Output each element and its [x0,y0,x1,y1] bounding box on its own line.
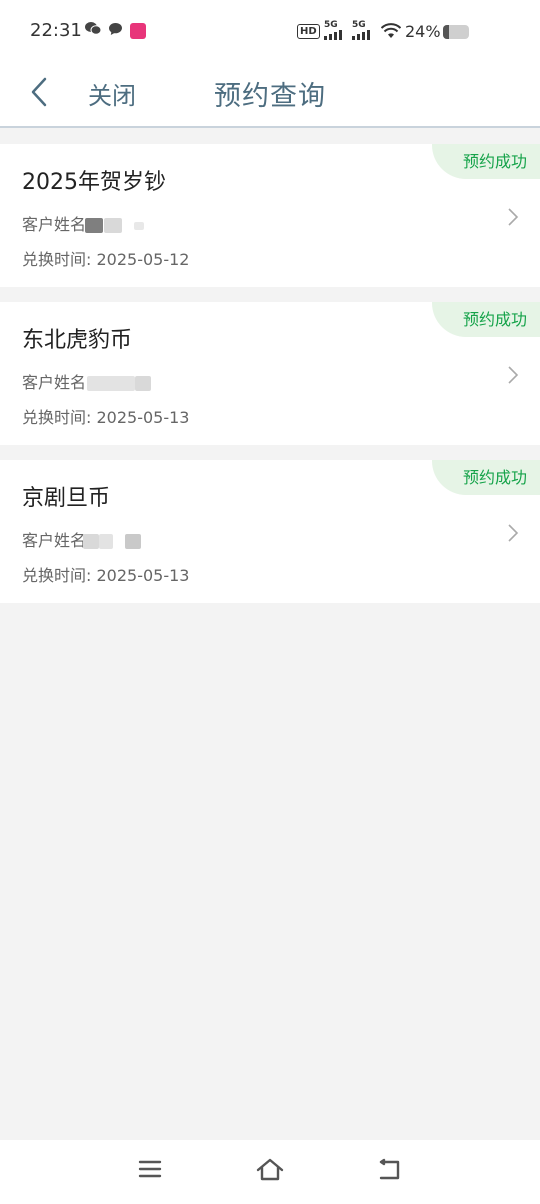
customer-name: 客户姓名: [22,211,145,235]
app-notification-icon [130,23,146,39]
page-title: 预约查询 [214,81,326,112]
menu-icon[interactable] [138,1158,162,1180]
record-title: 2025年贺岁钞 [22,170,166,195]
app-header: 关闭 预约查询 [0,62,540,128]
message-icon [109,23,122,35]
reservation-card[interactable]: 东北虎豹币 客户姓名: 兑换时间: 2025-05-13 预约成功 [0,302,540,445]
redacted-name [135,376,152,391]
status-time: 22:31 [30,20,82,41]
redacted-name [87,376,136,391]
customer-name-label: 客户姓名: [22,215,92,234]
close-button[interactable]: 关闭 [88,76,136,111]
status-bar: 22:31 HD 5G 5G 24% [0,0,540,62]
chevron-left-icon[interactable] [28,76,52,108]
redacted-name [134,221,145,230]
status-badge: 预约成功 [432,144,540,179]
redacted-name [125,534,142,549]
signal-label: 5G [352,20,366,30]
battery-level [443,25,450,39]
redacted-name [85,218,104,233]
record-title: 东北虎豹币 [22,328,133,353]
record-title: 京剧旦币 [22,486,111,511]
status-badge: 预约成功 [432,302,540,337]
exchange-time: 兑换时间: 2025-05-13 [22,566,190,585]
customer-name: 客户姓名: [22,527,142,551]
exchange-time: 兑换时间: 2025-05-12 [22,250,190,269]
wechat-icon [85,22,101,35]
signal-icon: 5G [352,20,374,40]
customer-name: 客户姓名: [22,369,152,393]
hd-voice-icon: HD [297,24,320,39]
exchange-time: 兑换时间: 2025-05-13 [22,408,190,427]
wifi-icon [381,23,401,38]
customer-name-label: 客户姓名: [22,531,92,550]
home-icon[interactable] [255,1158,285,1182]
redacted-name [104,218,123,233]
battery-icon [443,25,469,39]
reservation-card[interactable]: 京剧旦币 客户姓名: 兑换时间: 2025-05-13 预约成功 [0,460,540,603]
status-badge: 预约成功 [432,460,540,495]
signal-label: 5G [324,20,338,30]
chevron-right-icon [508,366,519,384]
redacted-name [99,534,114,549]
battery-percent: 24% [405,22,441,41]
chevron-right-icon [508,524,519,542]
system-nav-bar [0,1140,540,1204]
customer-name-label: 客户姓名: [22,373,92,392]
redacted-name [83,534,100,549]
reservation-card[interactable]: 2025年贺岁钞 客户姓名: 兑换时间: 2025-05-12 预约成功 [0,144,540,287]
signal-icon: 5G [324,20,346,40]
chevron-right-icon [508,208,519,226]
back-icon[interactable] [376,1158,404,1182]
